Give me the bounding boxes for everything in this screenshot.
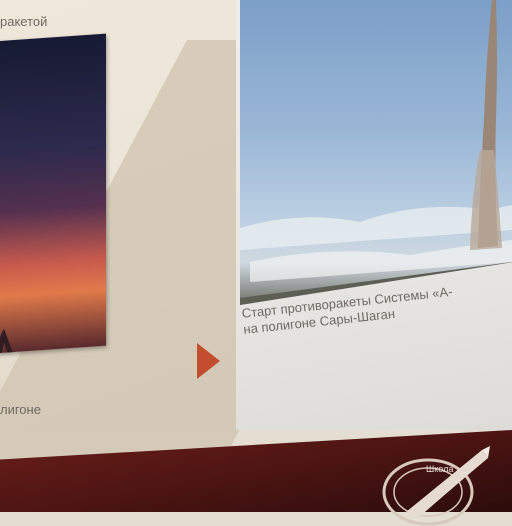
- emblem-text: Школа: [426, 464, 453, 474]
- photo-rocket-launch[interactable]: [240, 0, 512, 305]
- smoke-trail: [0, 328, 20, 355]
- left-caption-top: ракетой: [0, 14, 48, 29]
- rocket-emblem-icon[interactable]: Школа: [378, 446, 496, 526]
- photo-night-launch[interactable]: [0, 33, 106, 355]
- play-arrow-icon[interactable]: [197, 343, 220, 379]
- launch-scene: [240, 0, 512, 305]
- left-caption-bottom: лигоне: [0, 402, 41, 417]
